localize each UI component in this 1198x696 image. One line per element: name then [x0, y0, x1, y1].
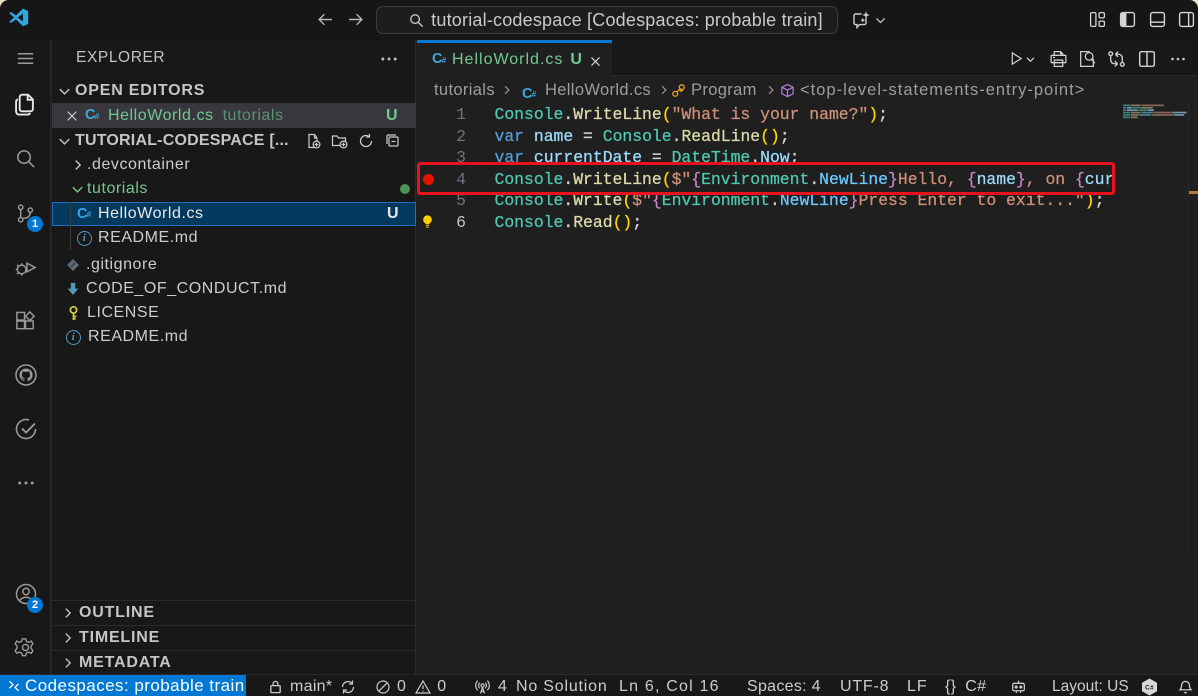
svg-text:C#: C#	[1145, 684, 1154, 691]
